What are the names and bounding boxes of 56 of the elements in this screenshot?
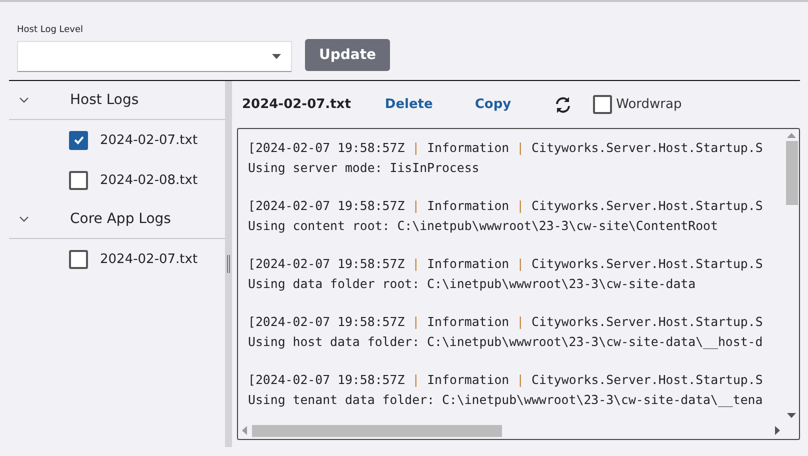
file-name[interactable]: 2024-02-08.txt xyxy=(100,172,198,188)
file-title: 2024-02-07.txt xyxy=(242,97,351,112)
separator: | xyxy=(516,198,524,213)
splitter-handle[interactable] xyxy=(225,81,232,447)
log-timestamp: [2024-02-07 19:58:57Z xyxy=(248,198,405,213)
checkbox[interactable] xyxy=(69,250,88,268)
group-title[interactable]: Host Logs xyxy=(70,92,139,108)
log-level: Information xyxy=(427,314,510,329)
separator: | xyxy=(412,198,420,213)
separator: | xyxy=(412,372,420,387)
log-message: Using server mode: IisInProcess xyxy=(248,159,480,177)
action-link[interactable]: Delete xyxy=(384,97,433,112)
action-link[interactable]: Copy xyxy=(474,97,512,112)
log-level-dropdown[interactable] xyxy=(17,41,292,72)
chevron-icon[interactable] xyxy=(19,97,29,103)
log-level: Information xyxy=(427,372,510,387)
scroll-up-icon[interactable] xyxy=(787,133,796,138)
log-level: Information xyxy=(427,140,510,155)
checkbox[interactable] xyxy=(69,170,88,190)
checkbox[interactable] xyxy=(69,130,88,150)
log-timestamp: [2024-02-07 19:58:57Z xyxy=(248,140,405,155)
log-level: Information xyxy=(427,256,510,271)
separator: | xyxy=(516,140,524,155)
file-name[interactable]: 2024-02-07.txt xyxy=(100,252,198,266)
wordwrap-checkbox[interactable] xyxy=(593,95,612,114)
group-title[interactable]: Core App Logs xyxy=(70,211,171,227)
log-message: Using tenant data folder: C:\inetpub\wwwroot\23-3\cw-site-data\__tena xyxy=(248,391,764,409)
log-timestamp: [2024-02-07 19:58:57Z xyxy=(248,372,405,387)
wordwrap-label: Wordwrap xyxy=(616,97,682,112)
separator: | xyxy=(516,314,524,329)
log-source: Cityworks.Server.Host.Startup.S xyxy=(532,314,763,329)
separator: | xyxy=(516,256,524,271)
log-message: Using data folder root: C:\inetpub\wwwroot\23-3\cw-site-data xyxy=(248,275,697,293)
separator: | xyxy=(516,372,524,387)
field-label: Host Log Level xyxy=(17,25,84,35)
log-source: Cityworks.Server.Host.Startup.S xyxy=(532,372,763,387)
file-name[interactable]: 2024-02-07.txt xyxy=(100,132,198,148)
log-timestamp: [2024-02-07 19:58:57Z xyxy=(248,256,405,271)
scroll-left-icon[interactable] xyxy=(242,426,247,435)
scroll-right-icon[interactable] xyxy=(775,426,780,435)
scroll-down-icon[interactable] xyxy=(787,413,796,418)
log-message: Using content root: C:\inetpub\wwwroot\23-3\cw-site\ContentRoot xyxy=(248,217,719,235)
log-source: Cityworks.Server.Host.Startup.S xyxy=(532,256,763,271)
log-level: Information xyxy=(427,198,510,213)
separator: | xyxy=(412,256,420,271)
log-message: Using host data folder: C:\inetpub\wwwroot\23-3\cw-site-data\__host-d xyxy=(248,333,764,351)
log-source: Cityworks.Server.Host.Startup.S xyxy=(532,198,763,213)
scrollbar-thumb[interactable] xyxy=(252,424,502,436)
chevron-icon[interactable] xyxy=(19,216,29,222)
scrollbar-thumb[interactable] xyxy=(786,141,798,205)
separator: | xyxy=(412,140,420,155)
log-timestamp: [2024-02-07 19:58:57Z xyxy=(248,314,405,329)
update-button[interactable]: Update xyxy=(305,39,390,71)
separator: | xyxy=(412,314,420,329)
log-source: Cityworks.Server.Host.Startup.S xyxy=(532,140,763,155)
caret-icon xyxy=(272,54,281,59)
